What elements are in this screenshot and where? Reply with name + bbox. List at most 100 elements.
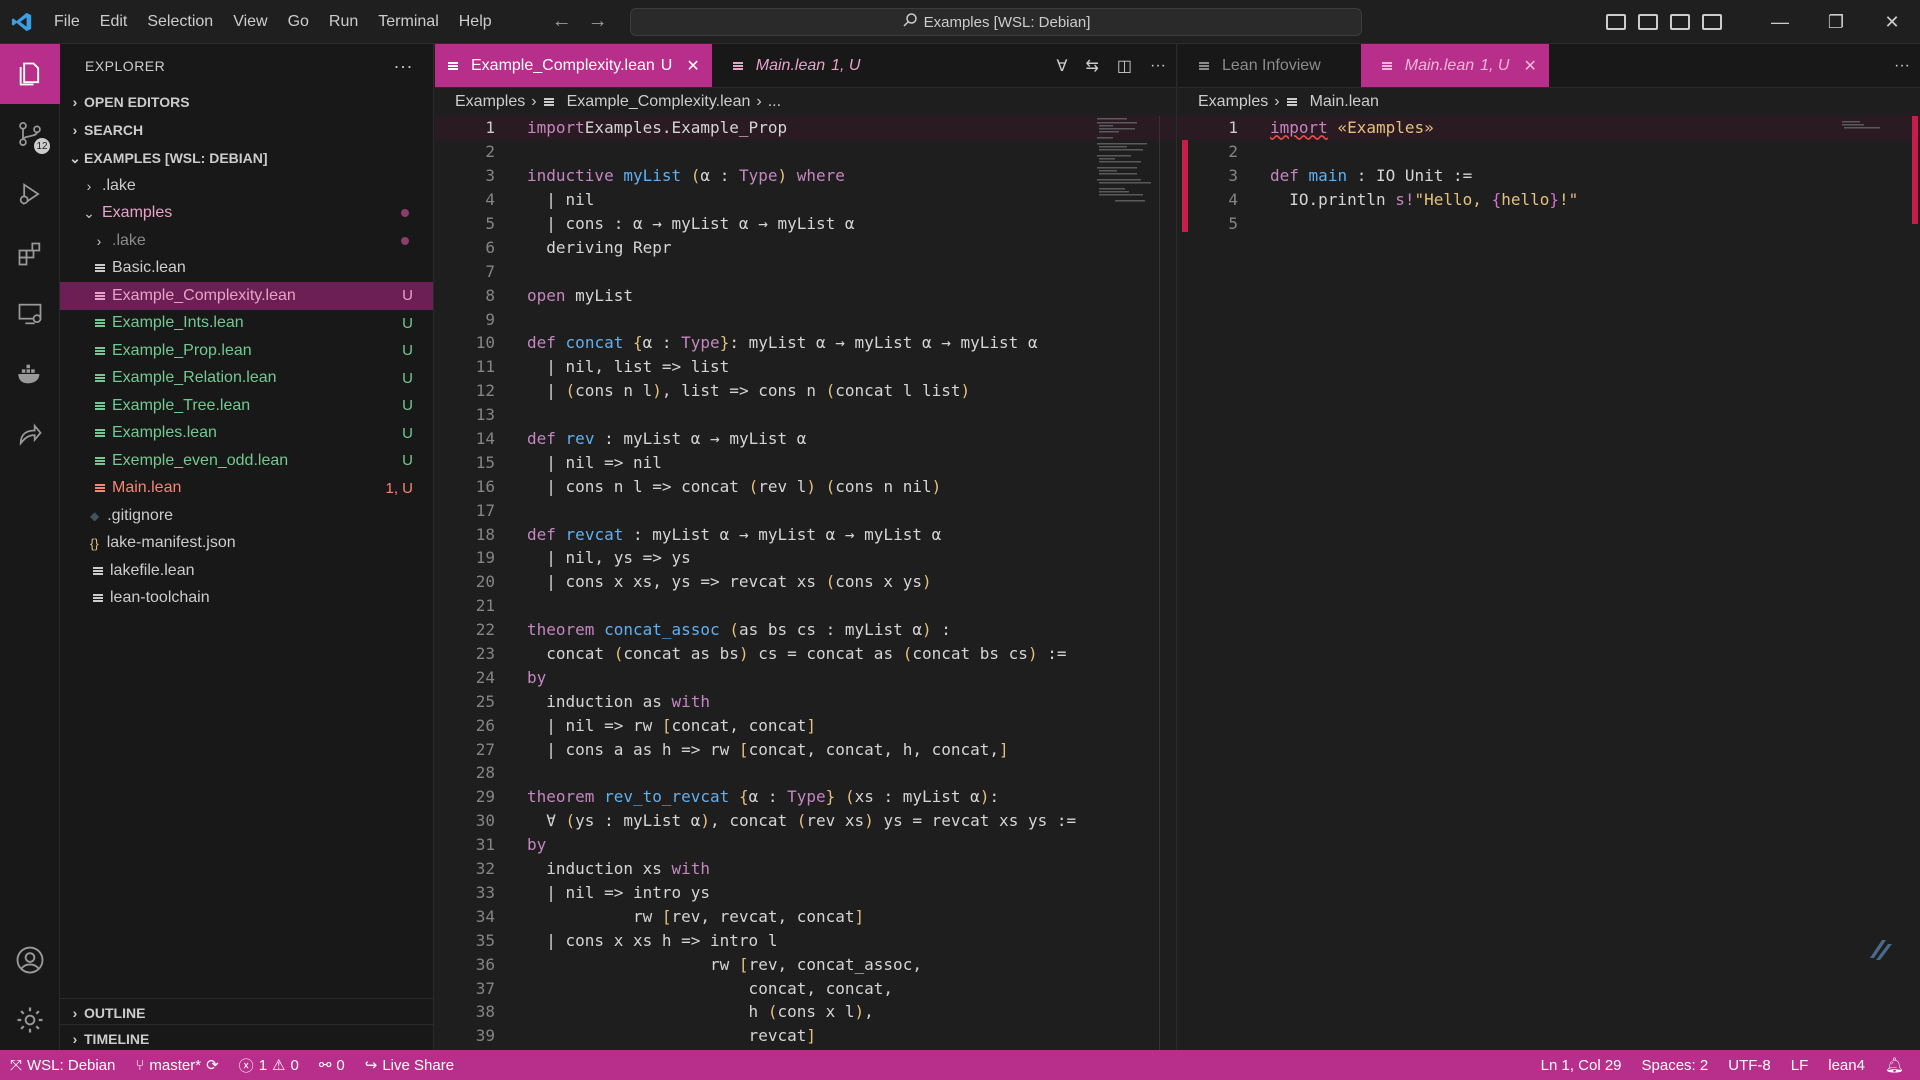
close-window-icon[interactable]: ✕ <box>1864 0 1920 44</box>
menu-selection[interactable]: Selection <box>137 0 223 44</box>
tree-file[interactable]: lakefile.lean <box>60 557 433 585</box>
branch-indicator[interactable]: ⑂ master* ⟳ <box>125 1056 228 1075</box>
code-editor-left[interactable]: 1 importExamples.Example_Prop 2 3 inductive … <box>435 116 1176 1048</box>
more-actions-icon[interactable]: ··· <box>1894 57 1910 75</box>
menu-run[interactable]: Run <box>319 0 368 44</box>
run-debug-icon[interactable] <box>0 164 60 224</box>
language-mode[interactable]: lean4 <box>1818 1057 1875 1074</box>
accounts-icon[interactable] <box>0 930 60 990</box>
sync-icon[interactable]: ⟳ <box>206 1056 219 1074</box>
code-line[interactable]: 6 deriving Repr <box>435 235 1176 259</box>
menu-view[interactable]: View <box>223 0 277 44</box>
tree-file[interactable]: ◆ .gitignore <box>60 502 433 530</box>
toggle-primary-sidebar-icon[interactable] <box>1606 14 1626 30</box>
tree-file[interactable]: Examples.lean U <box>60 420 433 448</box>
workspace-section[interactable]: ⌄ EXAMPLES [WSL: DEBIAN] <box>60 144 433 172</box>
code-line[interactable]: 26 | nil => rw [concat, concat] <box>435 713 1176 737</box>
code-line[interactable]: 24 by <box>435 665 1176 689</box>
breadcrumb-file[interactable]: Main.lean <box>1310 93 1379 111</box>
code-line[interactable]: 16 | cons n l => concat (rev l) (cons n … <box>435 474 1176 498</box>
command-center-search[interactable]: Examples [WSL: Debian] <box>630 8 1362 36</box>
code-line[interactable]: 34 rw [rev, revcat, concat] <box>435 904 1176 928</box>
code-line[interactable]: 11 | nil, list => list <box>435 355 1176 379</box>
back-arrow-icon[interactable]: ← <box>552 10 572 33</box>
manage-gear-icon[interactable] <box>0 990 60 1050</box>
breadcrumb-symbol[interactable]: ... <box>768 93 781 111</box>
code-line[interactable]: 31 by <box>435 833 1176 857</box>
code-line[interactable]: 2 <box>1178 140 1920 164</box>
tree-file[interactable]: Main.lean 1, U <box>60 475 433 503</box>
code-line[interactable]: 38 h (cons x l), <box>435 1000 1176 1024</box>
code-line[interactable]: 22 theorem concat_assoc (as bs cs : myLis… <box>435 618 1176 642</box>
problems-indicator[interactable]: ⓧ 1 ⚠ 0 <box>229 1055 309 1076</box>
more-actions-icon[interactable]: ··· <box>394 56 413 77</box>
code-line[interactable]: 2 <box>435 140 1176 164</box>
open-editors-section[interactable]: › OPEN EDITORS <box>60 88 433 116</box>
code-line[interactable]: 1 importExamples.Example_Prop <box>435 116 1176 140</box>
code-line[interactable]: 33 | nil => intro ys <box>435 881 1176 905</box>
code-line[interactable]: 30 ∀ (ys : myList α), concat (rev xs) ys… <box>435 809 1176 833</box>
explorer-icon[interactable] <box>0 44 60 104</box>
menu-edit[interactable]: Edit <box>90 0 138 44</box>
code-line[interactable]: 35 | cons x xs h => intro l <box>435 928 1176 952</box>
code-line[interactable]: 17 <box>435 498 1176 522</box>
code-line[interactable]: 3 inductive myList (α : Type) where <box>435 164 1176 188</box>
code-line[interactable]: 1 import «Examples» <box>1178 116 1920 140</box>
ports-indicator[interactable]: ⚯ 0 <box>309 1056 355 1075</box>
code-line[interactable]: 7 <box>435 259 1176 283</box>
code-line[interactable]: 20 | cons x xs, ys => revcat xs (cons x … <box>435 570 1176 594</box>
code-line[interactable]: 29 theorem rev_to_revcat {α : Type} (xs :… <box>435 785 1176 809</box>
breadcrumb-file[interactable]: Example_Complexity.lean <box>567 93 751 111</box>
search-section[interactable]: › SEARCH <box>60 116 433 144</box>
code-line[interactable]: 4 IO.println s!"Hello, {hello}!" <box>1178 188 1920 212</box>
menu-terminal[interactable]: Terminal <box>368 0 448 44</box>
more-actions-icon[interactable]: ··· <box>1150 57 1166 75</box>
restore-icon[interactable]: ❐ <box>1808 0 1864 44</box>
remote-explorer-icon[interactable] <box>0 284 60 344</box>
code-line[interactable]: 5 <box>1178 212 1920 236</box>
tab-lean-infoview[interactable]: Lean Infoview <box>1178 44 1361 87</box>
code-editor-right[interactable]: 1 import «Examples» 2 3 def main : IO Unit :… <box>1178 116 1920 235</box>
cursor-position[interactable]: Ln 1, Col 29 <box>1531 1057 1632 1074</box>
timeline-section[interactable]: › TIMELINE <box>60 1024 433 1052</box>
minimize-icon[interactable]: — <box>1752 0 1808 44</box>
toggle-secondary-sidebar-icon[interactable] <box>1670 14 1690 30</box>
menu-go[interactable]: Go <box>278 0 319 44</box>
code-line[interactable]: 39 revcat] <box>435 1024 1176 1048</box>
code-line[interactable]: 13 <box>435 403 1176 427</box>
tree-file[interactable]: Example_Complexity.lean U <box>60 282 433 310</box>
tree-folder[interactable]: ⌄ Examples <box>60 200 433 228</box>
customize-layout-icon[interactable] <box>1702 14 1722 30</box>
tree-file[interactable]: lean-toolchain <box>60 585 433 613</box>
remote-indicator[interactable]: ⤧ WSL: Debian <box>0 1057 125 1074</box>
tree-file[interactable]: Example_Prop.lean U <box>60 337 433 365</box>
tree-file[interactable]: Example_Ints.lean U <box>60 310 433 338</box>
indentation[interactable]: Spaces: 2 <box>1632 1057 1719 1074</box>
code-line[interactable]: 10 def concat {α : Type}: myList α → myLi… <box>435 331 1176 355</box>
menu-file[interactable]: File <box>44 0 90 44</box>
tree-file[interactable]: Example_Tree.lean U <box>60 392 433 420</box>
code-line[interactable]: 32 induction xs with <box>435 857 1176 881</box>
source-control-icon[interactable]: 12 <box>0 104 60 164</box>
tab-main-lean[interactable]: Main.lean 1, U <box>712 44 873 87</box>
split-editor-icon[interactable]: ◫ <box>1117 56 1132 76</box>
live-share-icon[interactable] <box>0 404 60 464</box>
tab-main-lean-right[interactable]: Main.lean 1, U ✕ <box>1360 44 1549 87</box>
code-line[interactable]: 18 def revcat : myList α → myList α → myL… <box>435 522 1176 546</box>
code-line[interactable]: 25 induction as with <box>435 689 1176 713</box>
code-line[interactable]: 27 | cons a as h => rw [concat, concat, … <box>435 737 1176 761</box>
close-tab-icon[interactable]: ✕ <box>686 56 699 76</box>
minimap-right[interactable] <box>1840 116 1890 129</box>
code-line[interactable]: 12 | (cons n l), list => cons n (concat … <box>435 379 1176 403</box>
minimap-left[interactable] <box>1095 116 1165 206</box>
code-line[interactable]: 3 def main : IO Unit := <box>1178 164 1920 188</box>
scrollbar-left[interactable] <box>1159 116 1160 1050</box>
compare-changes-icon[interactable]: ⇆ <box>1085 56 1098 76</box>
tree-folder[interactable]: › .lake <box>60 172 433 200</box>
tree-file[interactable]: {} lake-manifest.json <box>60 530 433 558</box>
breadcrumb-folder[interactable]: Examples <box>1198 93 1268 111</box>
menu-help[interactable]: Help <box>449 0 502 44</box>
code-line[interactable]: 14 def rev : myList α → myList α <box>435 427 1176 451</box>
breadcrumb-folder[interactable]: Examples <box>455 93 525 111</box>
live-share-status[interactable]: ↪ Live Share <box>355 1056 464 1075</box>
